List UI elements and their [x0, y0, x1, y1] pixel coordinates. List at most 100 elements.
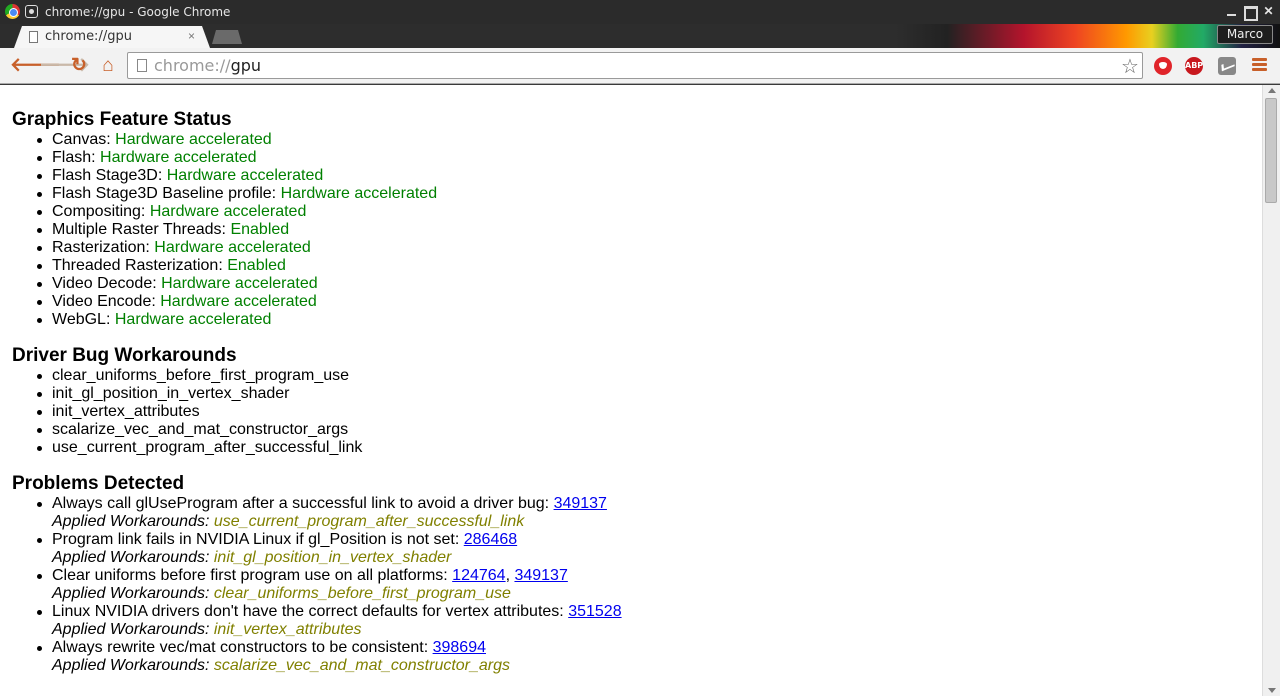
address-bar[interactable]: chrome://gpu ☆: [127, 52, 1143, 79]
feature-name: Compositing:: [52, 203, 146, 220]
reload-button[interactable]: ↻: [68, 55, 90, 77]
workarounds-list: clear_uniforms_before_first_program_use i…: [36, 367, 363, 457]
problems-list: Always call glUseProgram after a success…: [37, 495, 622, 675]
feature-status: Enabled: [227, 257, 286, 274]
feature-status: Hardware accelerated: [100, 149, 257, 166]
tab-chrome-gpu[interactable]: chrome://gpu ×: [14, 26, 210, 48]
bug-link[interactable]: 398694: [433, 639, 486, 656]
forward-button[interactable]: 🡒: [39, 55, 90, 77]
workarounds-title: Driver Bug Workarounds: [12, 345, 237, 366]
chrome-logo-icon: [5, 4, 20, 19]
window-menu-icon[interactable]: [25, 5, 38, 18]
problem-text: Always rewrite vec/mat constructors to b…: [52, 639, 429, 656]
maximize-button[interactable]: [1242, 4, 1258, 21]
tab-close-icon[interactable]: ×: [188, 29, 195, 43]
applied-workarounds-label: Applied Workarounds:: [52, 585, 210, 602]
feature-name: WebGL:: [52, 311, 111, 328]
applied-workaround-value: init_vertex_attributes: [213, 621, 362, 638]
feature-name: Threaded Rasterization:: [52, 257, 223, 274]
workaround-item: init_gl_position_in_vertex_shader: [36, 385, 362, 403]
adblock-plus-icon[interactable]: ABP: [1185, 57, 1203, 75]
feature-name: Multiple Raster Threads:: [52, 221, 226, 238]
feature-name: Flash:: [52, 149, 96, 166]
feature-name: Flash Stage3D Baseline profile:: [52, 185, 277, 202]
applied-workaround-value: use_current_program_after_successful_lin…: [213, 513, 525, 530]
problem-text: Program link fails in NVIDIA Linux if gl…: [52, 531, 460, 548]
applied-workarounds-label: Applied Workarounds:: [52, 621, 210, 638]
features-title: Graphics Feature Status: [12, 109, 232, 130]
scroll-down-icon[interactable]: [1268, 688, 1276, 693]
problem-item: Linux NVIDIA drivers don't have the corr…: [37, 603, 622, 621]
feature-status: Hardware accelerated: [149, 203, 307, 220]
feature-status: Hardware accelerated: [160, 293, 317, 310]
workaround-item: init_vertex_attributes: [36, 403, 362, 421]
feature-item: Rasterization: Hardware accelerated: [36, 239, 437, 257]
bug-link[interactable]: 349137: [554, 495, 607, 512]
page-content: Graphics Feature Status Canvas: Hardware…: [0, 85, 1262, 696]
profile-button[interactable]: Marco: [1217, 25, 1273, 44]
feature-item: Compositing: Hardware accelerated: [36, 203, 437, 221]
browser-toolbar: 🡐 🡒 ↻ ⌂ chrome://gpu ☆ ABP: [0, 48, 1280, 84]
bug-link[interactable]: 349137: [514, 567, 567, 584]
feature-status: Hardware accelerated: [166, 167, 324, 184]
tab-label: chrome://gpu: [45, 29, 132, 44]
window-title: chrome://gpu - Google Chrome: [45, 5, 231, 19]
extension-shield-icon[interactable]: [1154, 57, 1172, 75]
bug-link[interactable]: 286468: [464, 531, 517, 548]
window-titlebar: chrome://gpu - Google Chrome ✕: [0, 0, 1280, 24]
vertical-scrollbar[interactable]: [1262, 85, 1280, 696]
applied-workarounds-label: Applied Workarounds:: [52, 513, 210, 530]
tab-strip: chrome://gpu × Marco: [0, 24, 1280, 48]
feature-item: Threaded Rasterization: Enabled: [36, 257, 437, 275]
problem-text: Clear uniforms before first program use …: [52, 567, 448, 584]
applied-workarounds-label: Applied Workarounds:: [52, 549, 210, 566]
applied-workaround-value: init_gl_position_in_vertex_shader: [213, 549, 452, 566]
applied-workaround-value: scalarize_vec_and_mat_constructor_args: [213, 657, 511, 674]
problem-text: Always call glUseProgram after a success…: [52, 495, 550, 512]
feature-item: Flash: Hardware accelerated: [36, 149, 437, 167]
close-window-button[interactable]: ✕: [1261, 4, 1276, 19]
back-button[interactable]: 🡐: [10, 55, 61, 77]
applied-workaround: Applied Workarounds: clear_uniforms_befo…: [52, 585, 622, 603]
problem-item: Always rewrite vec/mat constructors to b…: [37, 639, 622, 657]
minimize-button[interactable]: [1224, 4, 1239, 19]
feature-status: Enabled: [230, 221, 290, 238]
url-scheme: chrome://: [154, 56, 231, 75]
feature-name: Video Encode:: [52, 293, 156, 310]
applied-workaround: Applied Workarounds: init_vertex_attribu…: [52, 621, 622, 639]
applied-workarounds-label: Applied Workarounds:: [52, 657, 210, 674]
problem-text: Linux NVIDIA drivers don't have the corr…: [52, 603, 564, 620]
problem-item: Always call glUseProgram after a success…: [37, 495, 622, 513]
feature-status: Hardware accelerated: [154, 239, 311, 256]
problems-title: Problems Detected: [12, 473, 185, 494]
feature-item: Flash Stage3D Baseline profile: Hardware…: [36, 185, 438, 203]
bug-link[interactable]: 124764: [452, 567, 505, 584]
extension-chart-icon[interactable]: [1218, 57, 1236, 75]
applied-workaround: Applied Workarounds: use_current_program…: [52, 513, 622, 531]
workaround-item: clear_uniforms_before_first_program_use: [36, 367, 362, 385]
workaround-item: use_current_program_after_successful_lin…: [36, 439, 363, 456]
problem-item: Clear uniforms before first program use …: [37, 567, 622, 585]
home-button[interactable]: ⌂: [97, 55, 119, 77]
feature-status: Hardware accelerated: [161, 275, 318, 292]
feature-item: Multiple Raster Threads: Enabled: [36, 221, 437, 239]
feature-status: Hardware accelerated: [115, 131, 272, 148]
feature-item: Flash Stage3D: Hardware accelerated: [36, 167, 437, 185]
page-icon: [137, 59, 147, 72]
feature-status: Hardware accelerated: [280, 185, 438, 202]
new-tab-button[interactable]: [212, 30, 242, 44]
feature-status: Hardware accelerated: [114, 311, 272, 328]
feature-name: Video Decode:: [52, 275, 157, 292]
bookmark-star-icon[interactable]: ☆: [1121, 54, 1139, 79]
scrollbar-thumb[interactable]: [1265, 98, 1277, 203]
chrome-menu-icon[interactable]: [1252, 58, 1267, 73]
applied-workaround: Applied Workarounds: init_gl_position_in…: [52, 549, 622, 567]
feature-item: Canvas: Hardware accelerated: [36, 131, 437, 149]
feature-name: Flash Stage3D:: [52, 167, 163, 184]
feature-item: Video Decode: Hardware accelerated: [36, 275, 437, 293]
workaround-item: scalarize_vec_and_mat_constructor_args: [36, 421, 362, 439]
scroll-up-icon[interactable]: [1268, 88, 1276, 93]
url-text[interactable]: chrome://gpu: [154, 56, 261, 75]
bug-link[interactable]: 351528: [568, 603, 621, 620]
feature-name: Canvas:: [52, 131, 111, 148]
